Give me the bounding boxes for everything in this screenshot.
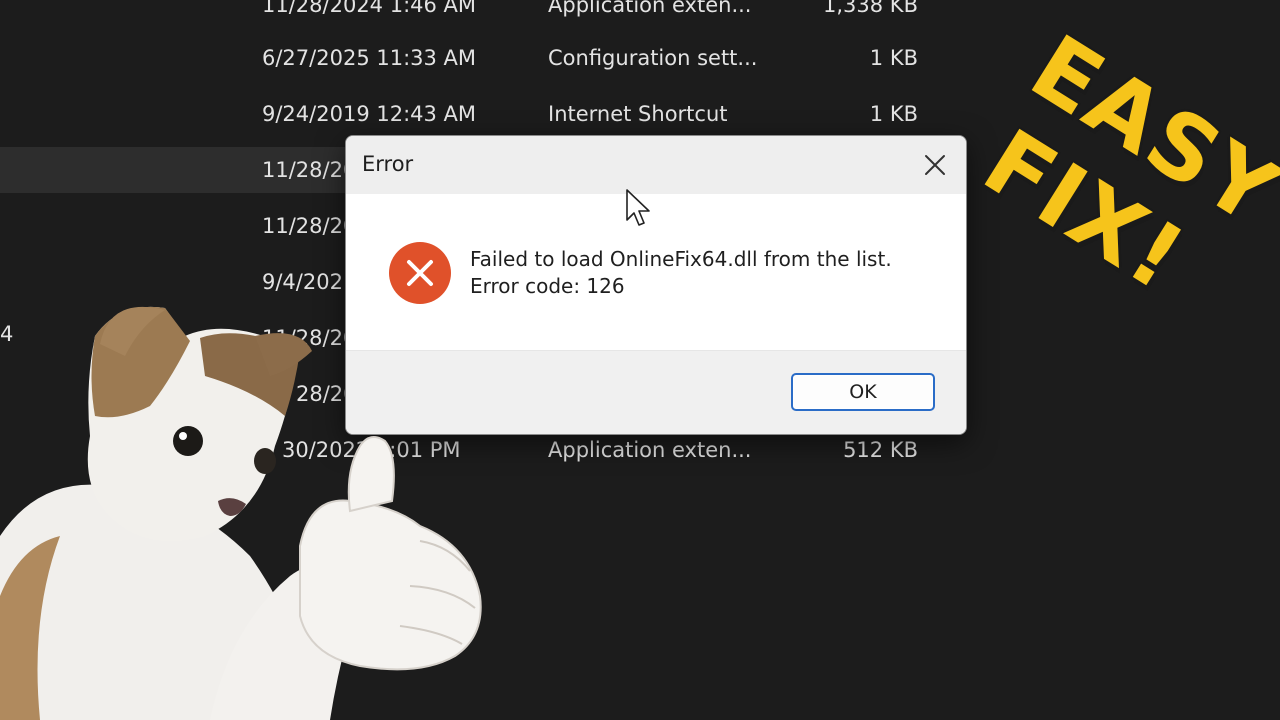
file-date: 6/27/2025 11:33 AM	[262, 46, 477, 70]
file-date: 9/24/2019 12:43 AM	[262, 102, 477, 126]
dialog-titlebar[interactable]: Error	[346, 136, 966, 194]
dialog-title: Error	[362, 152, 414, 176]
file-type: Configuration sett...	[548, 46, 758, 70]
file-size: 1 KB	[869, 102, 918, 126]
error-message: Failed to load OnlineFix64.dll from the …	[470, 246, 892, 300]
file-type: Application exten...	[548, 0, 752, 17]
mouse-pointer-icon	[626, 189, 650, 226]
file-type: Internet Shortcut	[548, 102, 728, 126]
error-message-line: Failed to load OnlineFix64.dll from the …	[470, 247, 892, 271]
file-date: 11/28/20	[262, 158, 357, 182]
file-date: 11/28/20	[262, 214, 357, 238]
ok-button[interactable]: OK	[791, 373, 935, 411]
error-code-line: Error code: 126	[470, 274, 625, 298]
cat-thumbs-up-image	[0, 306, 482, 720]
file-size: 1 KB	[869, 46, 918, 70]
file-date: 11/28/2024 1:46 AM	[262, 0, 477, 17]
file-size: 1,338 KB	[823, 0, 918, 17]
